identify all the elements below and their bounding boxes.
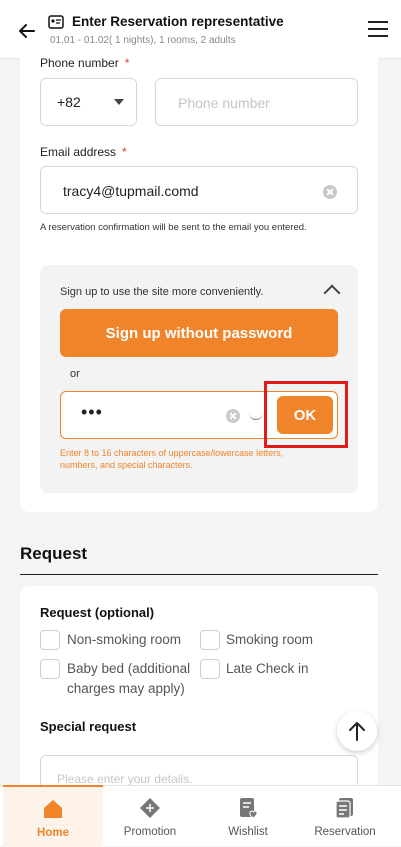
email-field[interactable] bbox=[40, 166, 358, 214]
tab-label: Promotion bbox=[123, 826, 177, 838]
checkbox-late-check-in[interactable] bbox=[200, 659, 220, 679]
country-code-select[interactable]: +82 bbox=[40, 78, 137, 126]
email-label: Email address * bbox=[40, 145, 127, 159]
eye-closed-icon[interactable] bbox=[249, 411, 263, 420]
promotion-icon bbox=[140, 798, 160, 818]
tab-wishlist[interactable]: Wishlist bbox=[198, 786, 298, 846]
tab-label: Reservation bbox=[314, 826, 376, 838]
special-request-title: Special request bbox=[40, 719, 137, 734]
option-label: Smoking room bbox=[226, 632, 314, 647]
email-note: A reservation confirmation will be sent … bbox=[40, 222, 307, 233]
chevron-up-icon[interactable] bbox=[323, 284, 341, 302]
password-hint: Enter 8 to 16 characters of uppercase/lo… bbox=[60, 448, 284, 470]
arrow-up-icon bbox=[349, 722, 365, 741]
clear-icon[interactable] bbox=[226, 409, 240, 423]
phone-input[interactable] bbox=[176, 94, 350, 112]
checkbox-baby-bed[interactable] bbox=[40, 659, 60, 679]
signup-prompt: Sign up to use the site more convenientl… bbox=[60, 286, 264, 298]
option-label: Non-smoking room bbox=[67, 632, 182, 647]
email-input[interactable] bbox=[61, 182, 325, 200]
option-label: Late Check in bbox=[226, 661, 309, 676]
phone-field[interactable] bbox=[155, 78, 358, 126]
or-separator: or bbox=[70, 368, 80, 380]
reservation-icon bbox=[335, 798, 353, 819]
signup-panel: Sign up to use the site more convenientl… bbox=[40, 265, 358, 493]
page-header: Enter Reservation representative 01.01 -… bbox=[0, 0, 401, 59]
tab-label: Home bbox=[37, 827, 69, 839]
password-value: ••• bbox=[81, 402, 103, 422]
back-arrow-icon[interactable] bbox=[14, 18, 40, 44]
phone-label: Phone number * bbox=[40, 56, 130, 70]
request-optional-title: Request (optional) bbox=[40, 605, 155, 620]
bottom-tab-bar: Home Promotion Wishlist Reservation bbox=[0, 785, 401, 847]
option-label: Baby bed (additional charges may apply) bbox=[67, 661, 191, 696]
scroll-to-top-button[interactable] bbox=[337, 711, 377, 751]
request-heading: Request bbox=[20, 544, 88, 563]
checkbox-smoking[interactable] bbox=[200, 630, 220, 650]
tab-promotion[interactable]: Promotion bbox=[100, 786, 200, 846]
booking-summary: 01.01 - 01.02( 1 nights), 1 rooms, 2 adu… bbox=[50, 35, 236, 46]
page-title: Enter Reservation representative bbox=[72, 14, 284, 29]
signup-without-password-button[interactable]: Sign up without password bbox=[60, 309, 338, 357]
home-icon bbox=[44, 800, 62, 818]
wishlist-icon bbox=[240, 798, 258, 819]
menu-icon[interactable] bbox=[367, 20, 389, 38]
country-code-value: +82 bbox=[57, 94, 81, 110]
checkbox-non-smoking[interactable] bbox=[40, 630, 60, 650]
tab-label: Wishlist bbox=[228, 826, 268, 838]
id-card-icon bbox=[48, 15, 64, 29]
tab-reservation[interactable]: Reservation bbox=[295, 786, 395, 846]
highlight-box bbox=[264, 381, 348, 448]
dropdown-caret-icon bbox=[114, 99, 124, 105]
tab-home[interactable]: Home bbox=[3, 785, 103, 847]
clear-icon[interactable] bbox=[323, 185, 337, 199]
divider bbox=[20, 574, 378, 575]
